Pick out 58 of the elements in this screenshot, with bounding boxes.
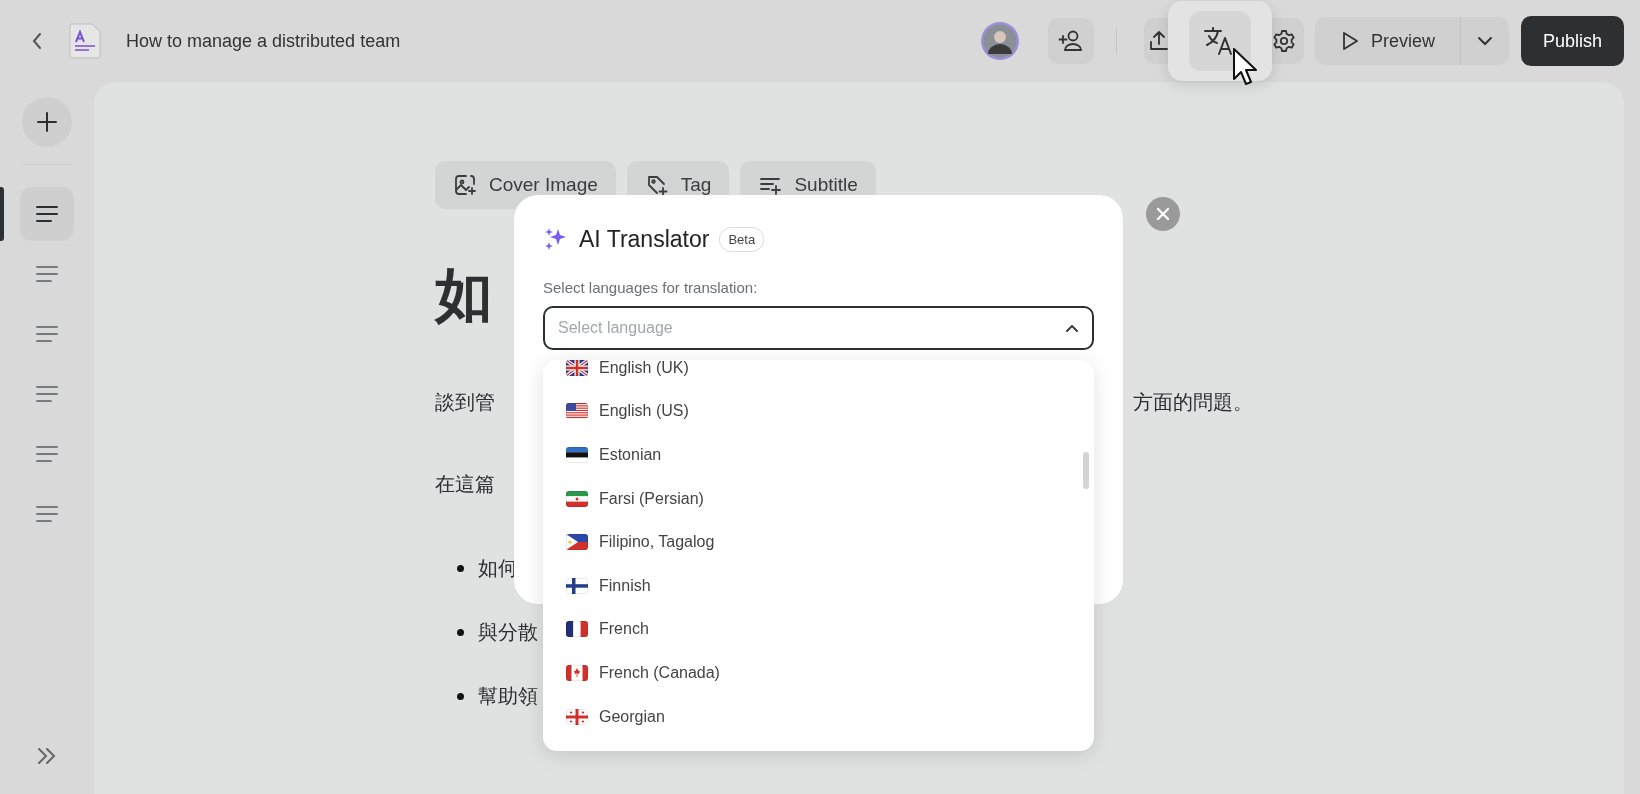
bullet-icon [457,692,464,700]
play-icon [1340,31,1359,51]
image-add-icon [453,173,477,197]
text-lines-icon [35,445,59,463]
flag-icon [566,708,588,725]
document-icon [68,23,102,59]
bullet-icon [457,628,464,636]
chevron-down-icon [1476,36,1493,46]
language-option[interactable]: French (Canada) [543,651,1094,695]
language-option[interactable]: English (US) [543,389,1094,434]
text-lines-icon [35,265,59,283]
flag-icon [566,664,588,681]
language-option[interactable]: Estonian [543,433,1094,477]
chevron-icon [1066,324,1078,332]
bullet-icon [457,564,464,572]
share-button[interactable] [1143,18,1168,64]
plus-icon [36,111,58,133]
paragraph-text: 在這篇 [435,472,495,497]
paragraph-text: 談到管 [435,390,495,415]
language-option[interactable]: Georgian [543,694,1094,739]
language-option[interactable]: Filipino, Tagalog [543,520,1094,564]
close-icon [1156,207,1170,221]
text-lines-icon [35,385,59,403]
flag-icon [566,534,588,551]
back-icon [30,31,44,51]
sidebar-item[interactable] [20,187,74,241]
double-chevron-icon [36,746,58,766]
list-item-text: 幫助領 [478,684,538,709]
gear-icon [1271,29,1296,53]
publish-button[interactable]: Publish [1520,16,1624,66]
document-title: How to manage a distributed team [126,30,401,52]
flag-icon [566,447,588,463]
language-option[interactable]: English (UK) [543,360,1094,390]
cursor-icon [1231,47,1260,87]
settings-button[interactable] [1271,18,1304,64]
add-button[interactable] [22,97,72,147]
selection-indicator [0,187,4,241]
text-lines-icon [35,505,59,523]
avatar[interactable] [979,21,1020,61]
field-label: Select languages for translation: [543,279,759,296]
flag-icon [566,621,588,638]
flag-icon [566,577,588,594]
flag-icon [566,490,588,507]
text-lines-icon [35,325,59,343]
list-item-text: 與分散 [478,620,538,645]
paragraph-text: 方面的問題。 [1133,390,1253,415]
dialog-title: AI Translator [579,225,710,253]
article-heading: 如 [435,261,493,329]
text-lines-icon [35,205,59,223]
language-option[interactable]: French [543,607,1094,652]
add-user-icon [1057,29,1084,53]
language-option[interactable]: Finnish [543,563,1094,608]
share-icon [1147,29,1168,53]
scrollbar-thumb[interactable] [1083,452,1089,489]
flag-icon [566,403,588,420]
beta-badge: Beta [719,226,765,252]
add-user-button[interactable] [1047,18,1094,64]
language-option[interactable]: Farsi (Persian) [543,476,1094,521]
